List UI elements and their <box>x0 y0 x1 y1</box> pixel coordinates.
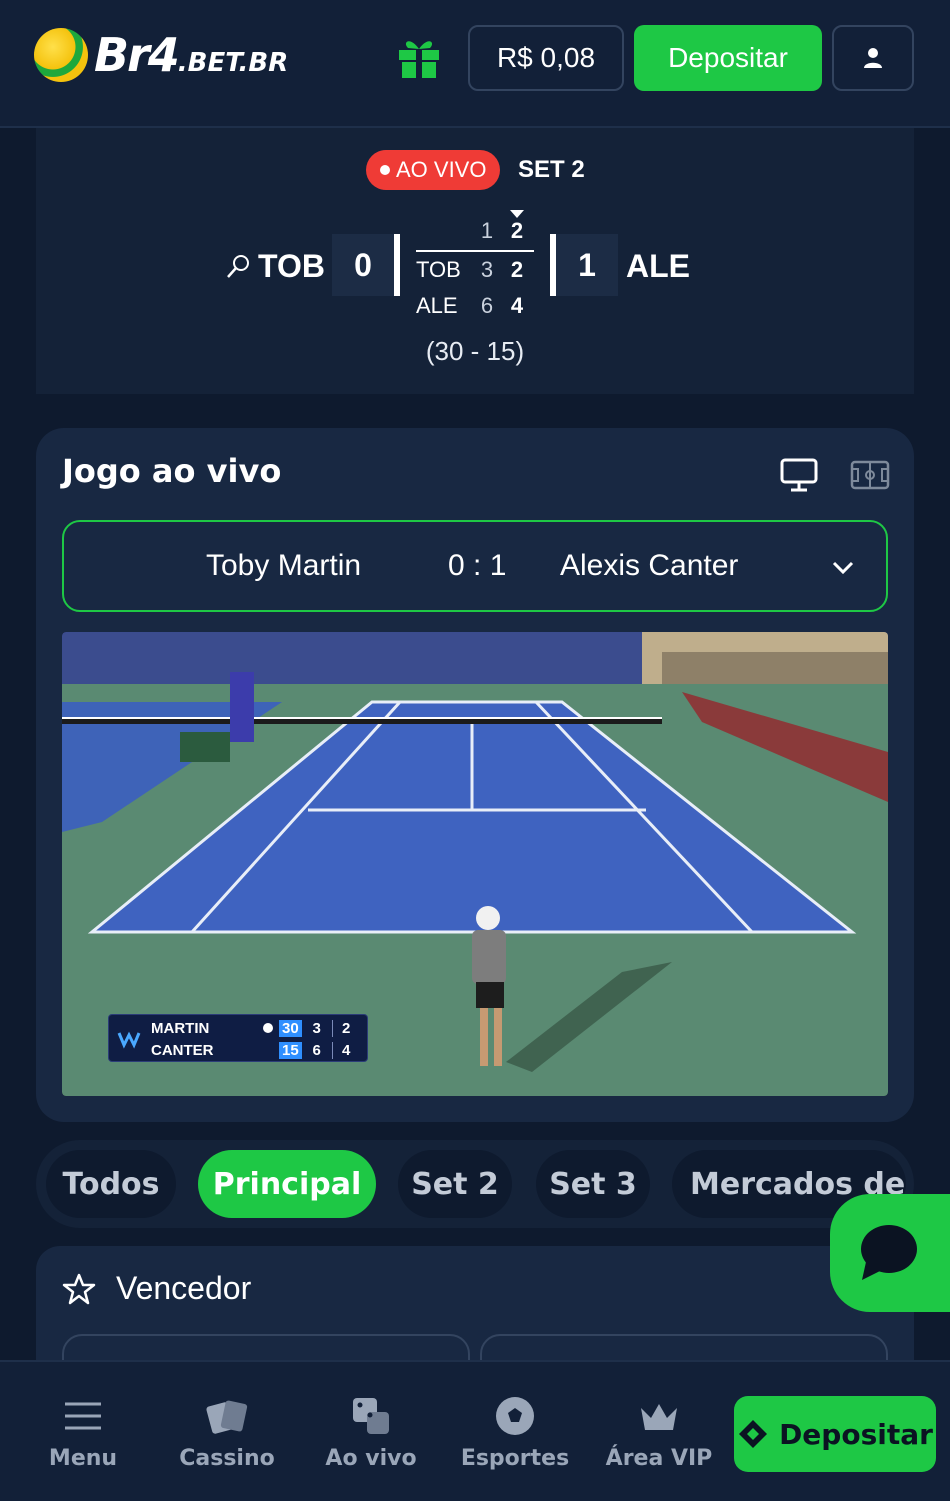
tab-principal[interactable]: Principal <box>198 1150 376 1218</box>
top-header: Br4.BET.BR R$ 0,08 Depositar <box>0 0 950 128</box>
soccer-ball-icon <box>496 1397 534 1435</box>
field-icon[interactable] <box>850 460 890 490</box>
player1-name: Toby Martin <box>206 549 362 582</box>
tab-todos[interactable]: Todos <box>46 1150 176 1218</box>
team-left-name: TOB <box>258 248 325 284</box>
nav-menu[interactable]: Menu <box>13 1362 153 1501</box>
nav-ao-vivo[interactable]: Ao vivo <box>301 1362 441 1501</box>
sets-won-right: 1 <box>550 234 618 296</box>
video-scoreboard-overlay: MARTIN 30 3 2 CANTER 15 6 4 <box>108 1014 368 1062</box>
match-scoreboard: AO VIVO SET 2 TOB 0 1 2 TOB 3 2 ALE 6 4 … <box>36 128 914 394</box>
tab-set-3[interactable]: Set 3 <box>536 1150 650 1218</box>
logo-text: Br4.BET.BR <box>94 28 289 82</box>
sets-header-row: 1 2 <box>416 212 534 252</box>
sets-won-left: 0 <box>332 234 400 296</box>
sets-row-right: ALE 6 4 <box>416 293 524 318</box>
dice-icon <box>353 1398 389 1434</box>
nav-deposit-button[interactable]: Depositar <box>734 1396 936 1472</box>
player2-name: Alexis Canter <box>560 549 739 582</box>
gift-icon[interactable] <box>396 34 442 80</box>
chevron-down-icon <box>832 561 854 575</box>
live-game-title: Jogo ao vivo <box>62 452 282 490</box>
match-score: 0 : 1 <box>448 549 507 582</box>
site-logo[interactable]: Br4.BET.BR <box>34 28 288 82</box>
balance-display[interactable]: R$ 0,08 <box>468 25 624 91</box>
market-title: Vencedor <box>116 1270 252 1306</box>
diamond-icon <box>739 1420 768 1448</box>
market-tabs: Todos Principal Set 2 Set 3 Mercados de <box>36 1140 914 1228</box>
hamburger-icon <box>65 1402 101 1430</box>
live-game-card: Jogo ao vivo Toby Martin 0 : 1 Alexis Ca… <box>36 428 914 1122</box>
overlay-row-p1: MARTIN 30 3 2 <box>151 1017 360 1039</box>
crown-icon <box>641 1404 677 1430</box>
game-score: (30 - 15) <box>425 336 525 366</box>
live-dot-icon <box>380 165 390 175</box>
live-video-stream[interactable]: MARTIN 30 3 2 CANTER 15 6 4 <box>62 632 888 1096</box>
team-right-name: ALE <box>626 248 690 284</box>
bottom-navigation: Menu Cassino Ao vivo Esportes Área VIP D… <box>0 1360 950 1501</box>
serve-dot-icon <box>263 1023 273 1033</box>
user-account-button[interactable] <box>832 25 914 91</box>
tennis-racket-icon <box>227 254 249 278</box>
nav-area-vip[interactable]: Área VIP <box>589 1362 729 1501</box>
live-badge: AO VIVO <box>366 150 501 190</box>
chat-bubble-icon <box>861 1225 917 1280</box>
overlay-row-p2: CANTER 15 6 4 <box>151 1039 360 1061</box>
team-left: TOB <box>224 248 325 285</box>
sets-table: 1 2 TOB 3 2 ALE 6 4 <box>416 212 534 324</box>
star-icon[interactable] <box>62 1272 96 1306</box>
sets-row-left: TOB 3 2 <box>416 257 524 282</box>
tab-set-2[interactable]: Set 2 <box>398 1150 512 1218</box>
chat-support-button[interactable] <box>830 1194 950 1312</box>
logo-ball-icon <box>34 28 88 82</box>
nav-esportes[interactable]: Esportes <box>445 1362 585 1501</box>
deposit-button[interactable]: Depositar <box>634 25 822 91</box>
user-icon <box>864 48 882 68</box>
monitor-icon[interactable] <box>780 458 818 492</box>
match-selector[interactable]: Toby Martin 0 : 1 Alexis Canter <box>62 520 888 612</box>
nav-cassino[interactable]: Cassino <box>157 1362 297 1501</box>
current-set-label: SET 2 <box>518 156 585 183</box>
tournament-logo-icon <box>117 1031 141 1049</box>
cards-icon <box>206 1400 248 1434</box>
